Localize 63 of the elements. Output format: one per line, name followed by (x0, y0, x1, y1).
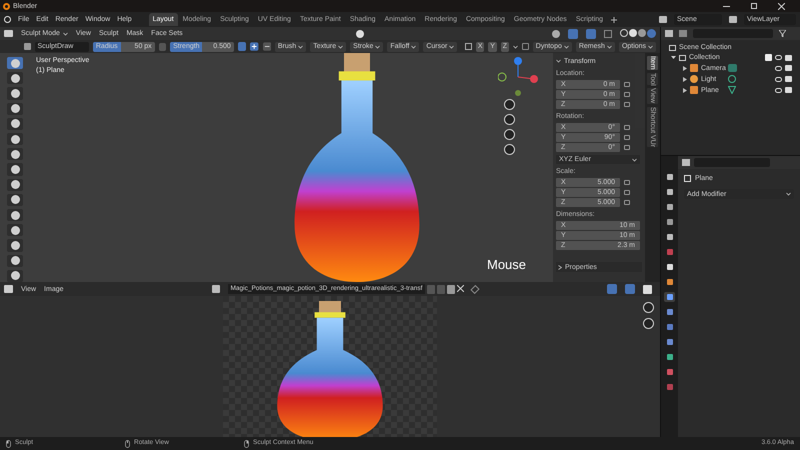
caret-icon (564, 44, 569, 48)
exclude-checkbox[interactable] (765, 54, 772, 61)
pin-icon[interactable] (470, 284, 480, 294)
brush-tool-button[interactable] (7, 133, 23, 146)
caret-icon (62, 32, 68, 36)
caret-icon (449, 44, 454, 48)
caret-icon (632, 158, 637, 162)
blender-menu-icon[interactable] (4, 16, 11, 23)
light-object-icon (690, 75, 698, 83)
expand-arrow-icon[interactable] (683, 66, 687, 70)
funnel-icon[interactable] (779, 30, 786, 37)
caret-icon (556, 59, 561, 63)
caret-icon (338, 44, 344, 48)
gizmo-toggle-button[interactable] (568, 28, 578, 38)
gizmo-toggle-button[interactable] (607, 284, 617, 294)
subtract-mode-button[interactable] (262, 42, 271, 51)
add-mode-button[interactable] (250, 42, 259, 51)
solid-shading-icon[interactable] (629, 29, 637, 37)
caret-icon (411, 44, 416, 48)
key-overlay-text: Mouse (487, 258, 526, 271)
caret-icon (513, 44, 518, 48)
caret-icon (375, 44, 380, 48)
close-icon[interactable] (778, 2, 785, 10)
material-shading-icon[interactable] (638, 29, 646, 37)
maximize-icon[interactable] (751, 3, 757, 9)
brush-tool-button[interactable] (7, 87, 23, 100)
mouse-right-icon (244, 440, 249, 448)
expand-arrow-icon[interactable] (683, 76, 687, 82)
mouse-left-icon (6, 440, 11, 448)
caret-icon (606, 44, 612, 48)
object-icon (684, 175, 691, 182)
close-icon[interactable] (457, 284, 464, 292)
overlay-toggle-button[interactable] (586, 28, 596, 38)
expand-arrow-icon[interactable] (671, 55, 676, 60)
mouse-middle-icon (125, 440, 130, 448)
brush-tool-button[interactable] (7, 239, 23, 252)
caret-icon (298, 44, 304, 48)
brush-tool-button[interactable] (7, 148, 23, 160)
brush-tool-button[interactable] (7, 57, 23, 70)
xray-toggle-icon[interactable] (604, 30, 612, 38)
light-data-icon[interactable] (728, 75, 736, 83)
symmetry-icon[interactable] (465, 43, 472, 50)
blender-logo-icon (3, 2, 10, 10)
brush-tool-button[interactable] (7, 163, 23, 176)
brush-tool-button[interactable] (7, 194, 23, 206)
brush-tool-button[interactable] (7, 102, 23, 115)
brush-tool-button[interactable] (7, 254, 23, 267)
overlay-toggle-button[interactable] (625, 284, 635, 294)
add-icon[interactable] (611, 16, 618, 22)
brush-tool-button[interactable] (7, 209, 23, 222)
mesh-data-icon[interactable] (728, 86, 736, 94)
pen-pressure-button[interactable] (238, 42, 246, 51)
brush-tool-button[interactable] (7, 178, 23, 191)
brush-tool-button[interactable] (7, 224, 23, 236)
caret-icon (786, 192, 791, 196)
dyntopo-checkbox[interactable] (522, 43, 529, 50)
brush-tool-button[interactable] (7, 270, 23, 282)
wireframe-shading-icon[interactable] (620, 29, 628, 37)
caret-icon (648, 44, 654, 48)
brush-tool-button[interactable] (7, 72, 23, 84)
rendered-shading-button[interactable] (647, 29, 656, 38)
expand-arrow-icon[interactable] (683, 88, 687, 92)
brush-tool-button[interactable] (7, 118, 23, 130)
